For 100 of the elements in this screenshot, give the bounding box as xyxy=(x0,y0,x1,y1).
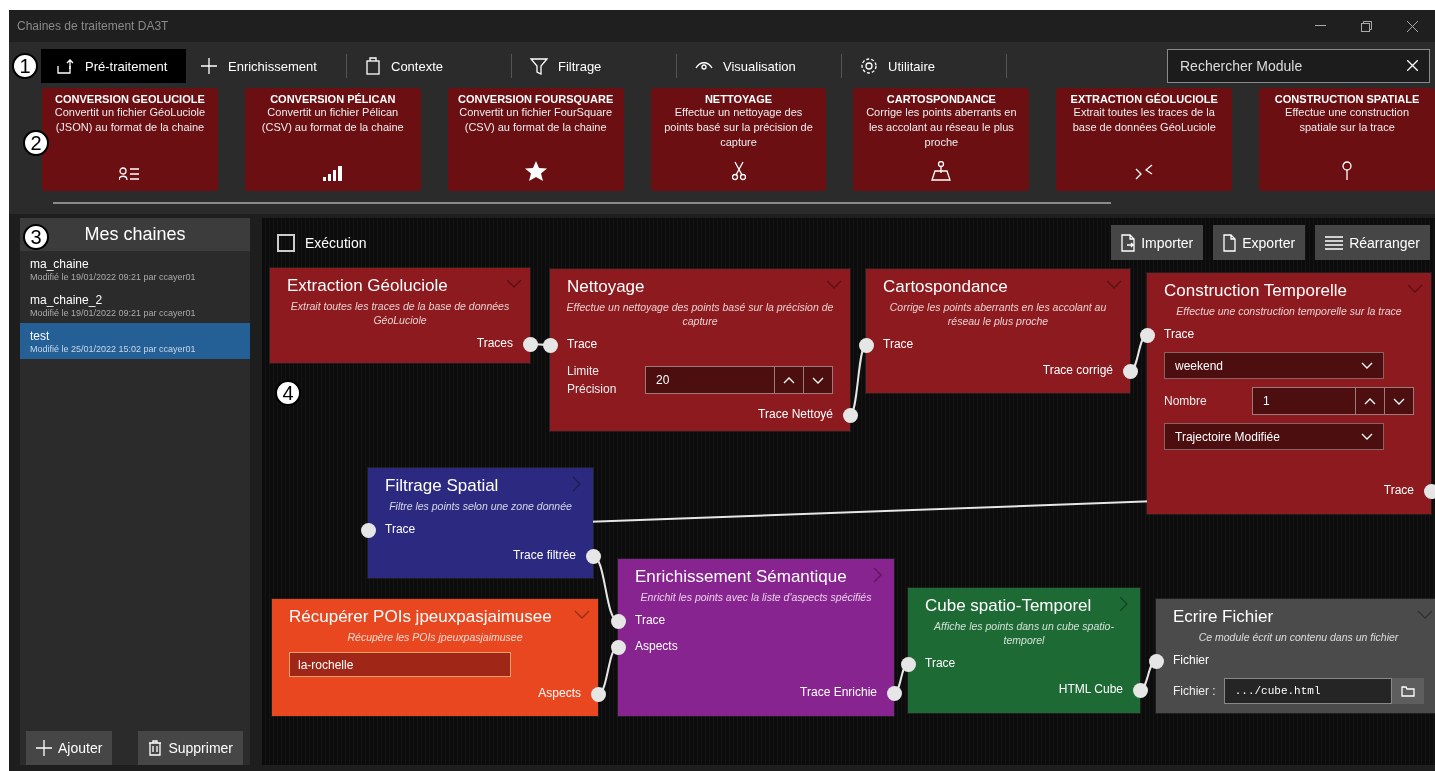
node-description: Corrige les points aberrants en les accolant au réseau le plus proche xyxy=(888,300,1108,329)
dropdown[interactable]: weekend xyxy=(1164,352,1384,379)
module-card[interactable]: CONVERSION FOURSQUARE Convertit un fichier FourSquare (CSV) au format de la chaine xyxy=(447,88,624,191)
add-button[interactable]: Ajouter xyxy=(26,731,113,765)
module-card[interactable]: NETTOYAGE Effectue un nettoyage des points basé sur la précision de capture xyxy=(650,88,827,191)
chevron-down-icon xyxy=(812,376,824,384)
text-field[interactable]: la-rochelle xyxy=(289,652,511,677)
close-icon xyxy=(1406,20,1418,32)
upload-icon xyxy=(55,57,75,75)
node-description: Effectue une construction temporelle sur la trace xyxy=(1175,304,1403,319)
port-label: HTML Cube xyxy=(1058,682,1123,696)
spinner-value: 20 xyxy=(655,372,671,389)
toolbar-tab[interactable]: Pré-traitement xyxy=(41,49,186,83)
module-title: CONSTRUCTION SPATIALE xyxy=(1274,93,1420,105)
port-label: Trace Nettoyé xyxy=(758,407,833,421)
module-card[interactable]: CONVERSION GEOLUCIOLE Convertit un fichier GéoLuciole (JSON) au format de la chaine xyxy=(42,88,218,191)
align-lines-icon xyxy=(1325,235,1344,250)
module-node[interactable]: Enrichissement Sémantique Enrichit les points avec la liste d'aspects spécifiés Trace Aspects Trace Enrichie xyxy=(618,559,894,716)
toolbar-tab[interactable]: Filtrage xyxy=(516,49,676,83)
port-label: Trace filtrée xyxy=(513,548,576,562)
node-description: Extrait toutes les traces de la base de données GéoLuciole xyxy=(289,299,511,328)
module-title: NETTOYAGE xyxy=(704,93,773,105)
module-node[interactable]: Extraction Géoluciole Extrait toutes les traces de la base de données GéoLuciole Traces xyxy=(270,268,530,363)
chain-modified-info: Modifié le 25/01/2022 15:02 par ccayer01 xyxy=(30,344,197,354)
rearrange-button[interactable]: Réarranger xyxy=(1315,225,1430,260)
module-description: Convertit un fichier FourSquare (CSV) au format de la chaine xyxy=(458,105,614,135)
module-title: CONVERSION GEOLUCIOLE xyxy=(55,93,205,105)
scissors-icon xyxy=(731,161,746,181)
search-field[interactable]: Rechercher Module xyxy=(1167,49,1430,83)
plus-icon xyxy=(36,740,52,756)
chain-list-item[interactable]: test Modifié le 25/01/2022 15:02 par ccayer01 xyxy=(20,323,250,359)
toolbar-tab[interactable]: Contexte xyxy=(351,49,511,83)
module-title: CARTOSPONDANCE xyxy=(886,93,996,105)
port-label: Trace xyxy=(883,337,914,351)
person-list-icon xyxy=(118,167,141,181)
port-label: Trace Enrichie xyxy=(800,685,877,699)
port-label: Trace xyxy=(385,522,416,536)
chain-name: ma_chaine_2 xyxy=(30,293,104,307)
module-description: Extrait toutes les traces de la base de données GéoLuciole xyxy=(1071,105,1217,135)
module-description: Convertit un fichier Pélican (CSV) au format de la chaine xyxy=(260,105,405,135)
chain-modified-info: Modifié le 19/01/2022 09:21 par ccayer01 xyxy=(30,272,197,282)
node-title: Enrichissement Sémantique xyxy=(635,567,848,587)
node-title: Cartospondance xyxy=(883,277,1009,297)
module-node[interactable]: Nettoyage Effectue un nettoyage des points basé sur la précision de capture Trace Limite Précision 20 Trace Nettoyé xyxy=(550,269,850,431)
spinner-value: 1 xyxy=(1262,393,1271,410)
port-label: Trace xyxy=(567,337,598,351)
module-node[interactable]: Filtrage Spatial Filtre les points selon une zone donnée Trace Trace filtrée xyxy=(368,468,593,578)
node-description: Ce module écrit un contenu dans un fichier xyxy=(1197,630,1400,645)
number-spinner[interactable]: 1 xyxy=(1252,387,1414,415)
chain-modified-info: Modifié le 19/01/2022 09:21 par ccayer01 xyxy=(30,308,197,318)
node-description: Enrichit les points avec la liste d'aspects spécifiés xyxy=(639,590,873,605)
module-node[interactable]: Cartospondance Corrige les points aberrants en les accolant au réseau le plus proche Trace Trace corrigé xyxy=(866,269,1130,393)
export-button[interactable]: Exporter xyxy=(1213,225,1306,260)
minimize-icon xyxy=(1314,25,1326,27)
port-label: Aspects xyxy=(538,686,581,700)
node-title: Extraction Géoluciole xyxy=(287,276,449,296)
module-description: Effectue une construction spatiale sur la trace xyxy=(1284,105,1411,135)
chain-list-item[interactable]: ma_chaine Modifié le 19/01/2022 09:21 par ccayer01 xyxy=(20,251,250,287)
port-label: Fichier xyxy=(1173,653,1209,667)
chain-name: test xyxy=(30,329,51,343)
node-title: Cube spatio-Temporel xyxy=(925,596,1093,616)
file-path-field[interactable]: .../cube.html xyxy=(1223,678,1392,704)
node-title: Ecrire Fichier xyxy=(1173,607,1275,627)
browse-button[interactable] xyxy=(1392,678,1424,704)
module-title: CONVERSION PÉLICAN xyxy=(270,93,396,105)
dropdown-value: weekend xyxy=(1175,358,1224,373)
module-node[interactable]: Ecrire Fichier Ce module écrit un contenu dans un fichier Fichier Fichier : .../cube.html xyxy=(1156,599,1435,713)
dropdown[interactable]: Trajectoire Modifiée xyxy=(1164,423,1384,450)
folder-icon xyxy=(1401,685,1415,697)
module-node[interactable]: Construction Temporelle Effectue une construction temporelle sur la trace Trace weekend Nombre 1 Trajectoire Modifiée Trace xyxy=(1147,273,1431,514)
port-label: Trace xyxy=(635,613,666,627)
node-description: Récupère les POIs jpeuxpasjaimusee xyxy=(346,630,524,645)
module-card[interactable]: CARTOSPONDANCE Corrige les points aberrants en les accolant au réseau le plus proche xyxy=(853,88,1030,191)
scrollbar[interactable] xyxy=(53,202,1111,204)
module-card[interactable]: EXTRACTION GÉOLUCIOLE Extrait toutes les traces de la base de données GéoLuciole xyxy=(1056,88,1233,191)
clear-icon[interactable] xyxy=(1407,60,1418,71)
window-title: Chaines de traitement DA3T xyxy=(17,19,170,33)
import-button[interactable]: Importer xyxy=(1111,225,1204,260)
module-title: EXTRACTION GÉOLUCIOLE xyxy=(1070,93,1218,105)
module-card[interactable]: CONVERSION PÉLICAN Convertit un fichier Pélican (CSV) au format de la chaine xyxy=(244,88,421,191)
toolbar-tab[interactable]: Enrichissement xyxy=(186,49,346,83)
chevron-up-icon xyxy=(783,376,795,384)
module-node[interactable]: Récupérer POIs jpeuxpasjaimusee Récupère les POIs jpeuxpasjaimusee la-rochelle Aspects xyxy=(272,599,598,716)
number-spinner[interactable]: 20 xyxy=(645,366,833,394)
chain-list-item[interactable]: ma_chaine_2 Modifié le 19/01/2022 09:21 par ccayer01 xyxy=(20,287,250,323)
pin-icon xyxy=(1341,161,1354,181)
port-label: Trace corrigé xyxy=(1042,363,1113,377)
field-label: Limite Précision xyxy=(567,363,618,398)
node-description: Affiche les points dans un cube spatio-temporel xyxy=(932,619,1115,648)
chevron-down-icon xyxy=(1361,362,1373,369)
field-label: Fichier : xyxy=(1173,684,1216,698)
module-node[interactable]: Cube spatio-Temporel Affiche les points dans un cube spatio-temporel Trace HTML Cube xyxy=(908,588,1140,713)
node-description: Filtre les points selon une zone donnée xyxy=(388,499,573,514)
execution-checkbox[interactable] xyxy=(277,233,295,252)
module-card[interactable]: CONSTRUCTION SPATIALE Effectue une construction spatiale sur la trace xyxy=(1259,88,1435,191)
node-title: Nettoyage xyxy=(567,277,646,297)
delete-button[interactable]: Supprimer xyxy=(138,731,243,765)
toolbar-tab[interactable]: Visualisation xyxy=(681,49,841,83)
toolbar-tab[interactable]: Utilitaire xyxy=(846,49,1006,83)
node-description: Effectue un nettoyage des points basé sur la précision de capture xyxy=(565,300,835,329)
